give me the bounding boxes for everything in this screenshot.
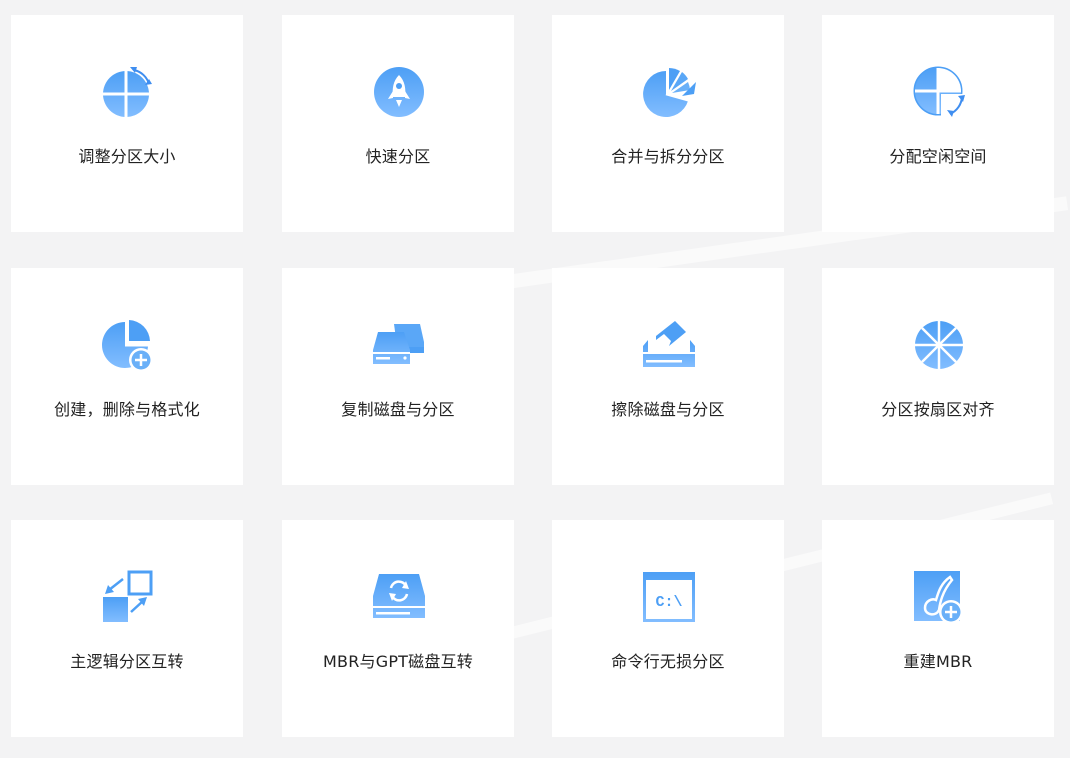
feature-label: 擦除磁盘与分区	[611, 400, 725, 419]
rebuild-mbr-icon	[912, 570, 966, 624]
feature-card-copy-disk[interactable]: 复制磁盘与分区	[282, 268, 514, 485]
create-partition-icon	[101, 318, 155, 372]
feature-card-primary-logical-convert[interactable]: 主逻辑分区互转	[11, 520, 243, 737]
feature-label: 创建，删除与格式化	[54, 400, 200, 419]
feature-label: 复制磁盘与分区	[341, 400, 455, 419]
feature-label: 重建MBR	[903, 652, 973, 671]
command-prompt-text: C:\	[655, 594, 682, 611]
merge-split-pie-icon	[642, 65, 696, 119]
allocate-space-icon	[912, 65, 966, 119]
feature-card-quick-partition[interactable]: 快速分区	[282, 15, 514, 232]
feature-card-rebuild-mbr[interactable]: 重建MBR	[822, 520, 1054, 737]
feature-card-sector-align[interactable]: 分区按扇区对齐	[822, 268, 1054, 485]
resize-partition-icon	[101, 65, 155, 119]
wipe-disk-icon	[642, 318, 696, 372]
copy-disk-icon	[372, 318, 426, 372]
feature-label: 分区按扇区对齐	[881, 400, 995, 419]
feature-label: 主逻辑分区互转	[70, 652, 184, 671]
sector-align-icon	[912, 318, 966, 372]
feature-card-wipe-disk[interactable]: 擦除磁盘与分区	[552, 268, 784, 485]
feature-label: 合并与拆分分区	[611, 147, 725, 166]
feature-label: 命令行无损分区	[611, 652, 725, 671]
primary-logical-convert-icon	[101, 570, 155, 624]
feature-card-allocate-space[interactable]: 分配空闲空间	[822, 15, 1054, 232]
feature-grid: 调整分区大小 快速分区 合并与拆分分区 分配空闲空间 创建，删除与格式化 复制磁…	[0, 0, 1070, 758]
feature-card-mbr-gpt-convert[interactable]: MBR与GPT磁盘互转	[282, 520, 514, 737]
command-line-icon: C:\	[642, 570, 696, 624]
feature-card-command-line-partition[interactable]: C:\ 命令行无损分区	[552, 520, 784, 737]
feature-label: 调整分区大小	[78, 147, 176, 166]
mbr-gpt-convert-icon	[372, 570, 426, 624]
feature-card-resize-partition[interactable]: 调整分区大小	[11, 15, 243, 232]
feature-label: 快速分区	[365, 147, 431, 166]
feature-card-merge-split[interactable]: 合并与拆分分区	[552, 15, 784, 232]
feature-label: MBR与GPT磁盘互转	[323, 652, 473, 671]
feature-label: 分配空闲空间	[889, 147, 987, 166]
feature-card-create-delete-format[interactable]: 创建，删除与格式化	[11, 268, 243, 485]
rocket-icon	[372, 65, 426, 119]
